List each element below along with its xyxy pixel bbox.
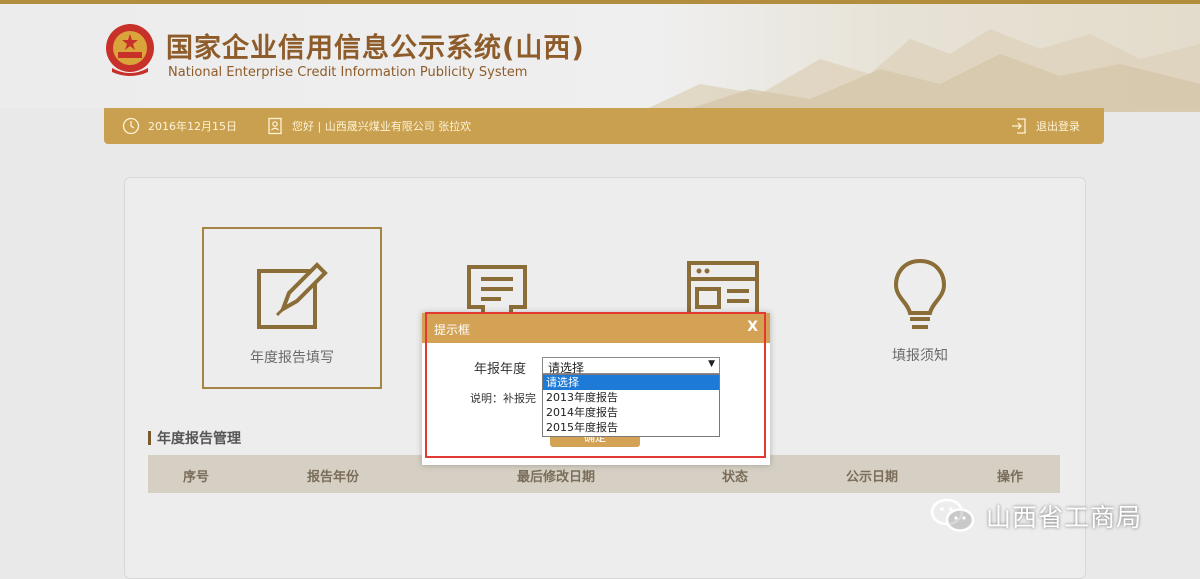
lightbulb-icon xyxy=(893,258,947,329)
year-label: 年报年度 xyxy=(474,362,527,377)
column-header: 公示日期 xyxy=(845,470,899,485)
system-subtitle: National Enterprise Credit Information P… xyxy=(168,65,528,80)
mountain-decoration xyxy=(640,29,1200,112)
year-dropdown: 请选择 2013年度报告 2014年度报告 2015年度报告 xyxy=(542,374,720,437)
card-annual-report-fill[interactable]: 年度报告填写 xyxy=(202,227,382,389)
user-card-icon xyxy=(268,117,282,135)
date-display: 2016年12月15日 xyxy=(122,108,237,144)
user-greeting: 您好 | 山西晟兴煤业有限公司 张拉欢 xyxy=(292,120,472,133)
column-header: 报告年份 xyxy=(306,470,360,485)
system-title: 国家企业信用信息公示系统(山西) xyxy=(166,33,585,64)
dropdown-option[interactable]: 2015年度报告 xyxy=(543,420,719,435)
edit-icon xyxy=(257,262,328,329)
dialog-title: 提示框 xyxy=(434,323,471,337)
year-select[interactable]: 请选择 ▼ xyxy=(542,357,720,375)
dropdown-option[interactable]: 请选择 xyxy=(543,375,719,390)
close-button[interactable]: X xyxy=(747,319,758,335)
column-header: 最后修改日期 xyxy=(516,470,596,485)
logout-icon xyxy=(1012,118,1026,134)
section-title-text: 年度报告管理 xyxy=(157,431,241,447)
section-title: 年度报告管理 xyxy=(148,428,241,448)
clock-icon xyxy=(122,117,140,135)
watermark-text: 山西省工商局 xyxy=(986,503,1143,532)
section-bar xyxy=(148,431,151,445)
prompt-dialog: 提示框 X 年报年度 说明：补报完 确定 请选择 ▼ 请选择 2013年度报告 … xyxy=(422,313,770,465)
dropdown-option[interactable]: 2014年度报告 xyxy=(543,405,719,420)
dialog-header: 提示框 X xyxy=(422,313,770,343)
card-label: 年度报告填写 xyxy=(250,350,334,366)
column-header: 序号 xyxy=(182,470,210,485)
national-emblem-icon xyxy=(106,24,154,76)
watermark: 山西省工商局 xyxy=(930,498,1142,534)
dropdown-option[interactable]: 2013年度报告 xyxy=(543,390,719,405)
date-text: 2016年12月15日 xyxy=(148,120,237,133)
wechat-icon xyxy=(930,498,975,532)
column-header: 状态 xyxy=(721,470,749,485)
chevron-down-icon: ▼ xyxy=(708,359,715,369)
note-text: 说明：补报完 xyxy=(470,392,536,405)
user-info: 您好 | 山西晟兴煤业有限公司 张拉欢 xyxy=(266,108,471,144)
card-label: 填报须知 xyxy=(892,348,948,364)
logout-label: 退出登录 xyxy=(1036,120,1080,133)
column-header: 操作 xyxy=(996,470,1024,485)
logout-button[interactable]: 退出登录 xyxy=(1010,108,1080,144)
card-filing-instructions[interactable]: 填报须知 xyxy=(832,227,1008,385)
user-bar: 2016年12月15日 您好 | 山西晟兴煤业有限公司 张拉欢 退出登录 xyxy=(104,108,1104,144)
